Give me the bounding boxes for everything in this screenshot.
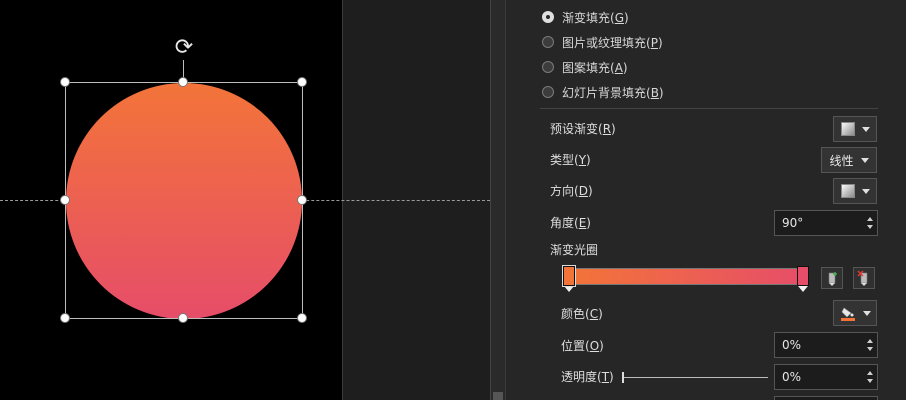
spin-down-icon[interactable] — [867, 379, 873, 383]
chevron-down-icon — [861, 126, 870, 132]
transparency-slider-track[interactable] — [624, 377, 768, 378]
transparency-slider-thumb[interactable] — [622, 372, 624, 383]
rotate-handle-icon[interactable]: ⟳ — [172, 36, 196, 60]
resize-handle-right[interactable] — [297, 195, 307, 205]
radio-picture-texture-fill[interactable]: 图片或纹理填充(P) — [542, 33, 663, 51]
direction-dropdown[interactable] — [833, 178, 877, 204]
transparency-label: 透明度(T) — [561, 370, 614, 384]
type-label: 类型(Y) — [550, 153, 591, 167]
spin-up-icon[interactable] — [867, 371, 873, 375]
chevron-down-icon — [862, 310, 871, 316]
type-dropdown[interactable]: 线性 — [821, 147, 877, 173]
radio-pattern-fill[interactable]: 图案填充(A) — [542, 58, 628, 76]
format-shape-panel: 渐变填充(G) 图片或纹理填充(P) 图案填充(A) 幻灯片背景填充(B) 预设… — [506, 0, 906, 400]
remove-gradient-stop-button[interactable] — [853, 267, 875, 289]
type-value: 线性 — [829, 153, 854, 168]
resize-handle-top-left[interactable] — [60, 77, 70, 87]
radio-label: 幻灯片背景填充(B) — [562, 85, 664, 100]
radio-button[interactable] — [542, 86, 554, 98]
spin-up-icon[interactable] — [867, 217, 873, 221]
vertical-scrollbar[interactable] — [490, 0, 506, 400]
position-label: 位置(O) — [561, 339, 604, 353]
radio-label: 图案填充(A) — [562, 60, 628, 75]
angle-value[interactable]: 90° — [775, 216, 863, 230]
scrollbar-thumb[interactable] — [493, 392, 503, 400]
section-divider — [540, 108, 878, 109]
gradient-stop-2[interactable] — [797, 266, 809, 292]
selection-box — [65, 82, 303, 319]
resize-handle-bottom-left[interactable] — [60, 313, 70, 323]
paint-bucket-icon — [840, 307, 855, 321]
resize-handle-top-right[interactable] — [297, 77, 307, 87]
add-gradient-stop-button[interactable] — [821, 267, 843, 289]
radio-slide-background-fill[interactable]: 幻灯片背景填充(B) — [542, 83, 664, 101]
gradient-stop-1[interactable] — [562, 265, 576, 292]
chevron-down-icon — [861, 188, 870, 194]
radio-gradient-fill[interactable]: 渐变填充(G) — [542, 8, 629, 26]
spin-down-icon[interactable] — [867, 225, 873, 229]
resize-handle-left[interactable] — [60, 195, 70, 205]
transparency-value[interactable]: 0% — [775, 370, 863, 384]
radio-label: 渐变填充(G) — [562, 10, 629, 25]
resize-handle-top[interactable] — [178, 77, 188, 87]
position-value[interactable]: 0% — [775, 338, 863, 352]
gradient-stops-bar[interactable] — [568, 268, 808, 285]
color-picker-dropdown[interactable] — [833, 300, 877, 326]
direction-swatch-icon — [840, 184, 855, 198]
angle-label: 角度(E) — [550, 216, 591, 230]
resize-handle-bottom-right[interactable] — [297, 313, 307, 323]
radio-label: 图片或纹理填充(P) — [562, 35, 663, 50]
transparency-spinner[interactable]: 0% — [774, 364, 878, 390]
spin-down-icon[interactable] — [867, 347, 873, 351]
radio-button[interactable] — [542, 36, 554, 48]
direction-label: 方向(D) — [550, 184, 593, 198]
next-field-partial[interactable] — [774, 396, 878, 400]
spin-up-icon[interactable] — [867, 339, 873, 343]
color-label: 颜色(C) — [561, 307, 603, 321]
preset-gradient-label: 预设渐变(R) — [550, 122, 616, 136]
chevron-down-icon — [860, 157, 869, 163]
preset-gradient-dropdown[interactable] — [833, 116, 877, 142]
radio-button[interactable] — [542, 11, 554, 23]
angle-spinner[interactable]: 90° — [774, 210, 878, 236]
radio-button[interactable] — [542, 61, 554, 73]
gradient-stops-label: 渐变光圈 — [550, 243, 599, 257]
gradient-swatch-icon — [840, 122, 855, 136]
resize-handle-bottom[interactable] — [178, 313, 188, 323]
remove-gradient-stop-icon — [857, 270, 868, 286]
add-gradient-stop-icon — [828, 272, 837, 286]
position-spinner[interactable]: 0% — [774, 332, 878, 358]
